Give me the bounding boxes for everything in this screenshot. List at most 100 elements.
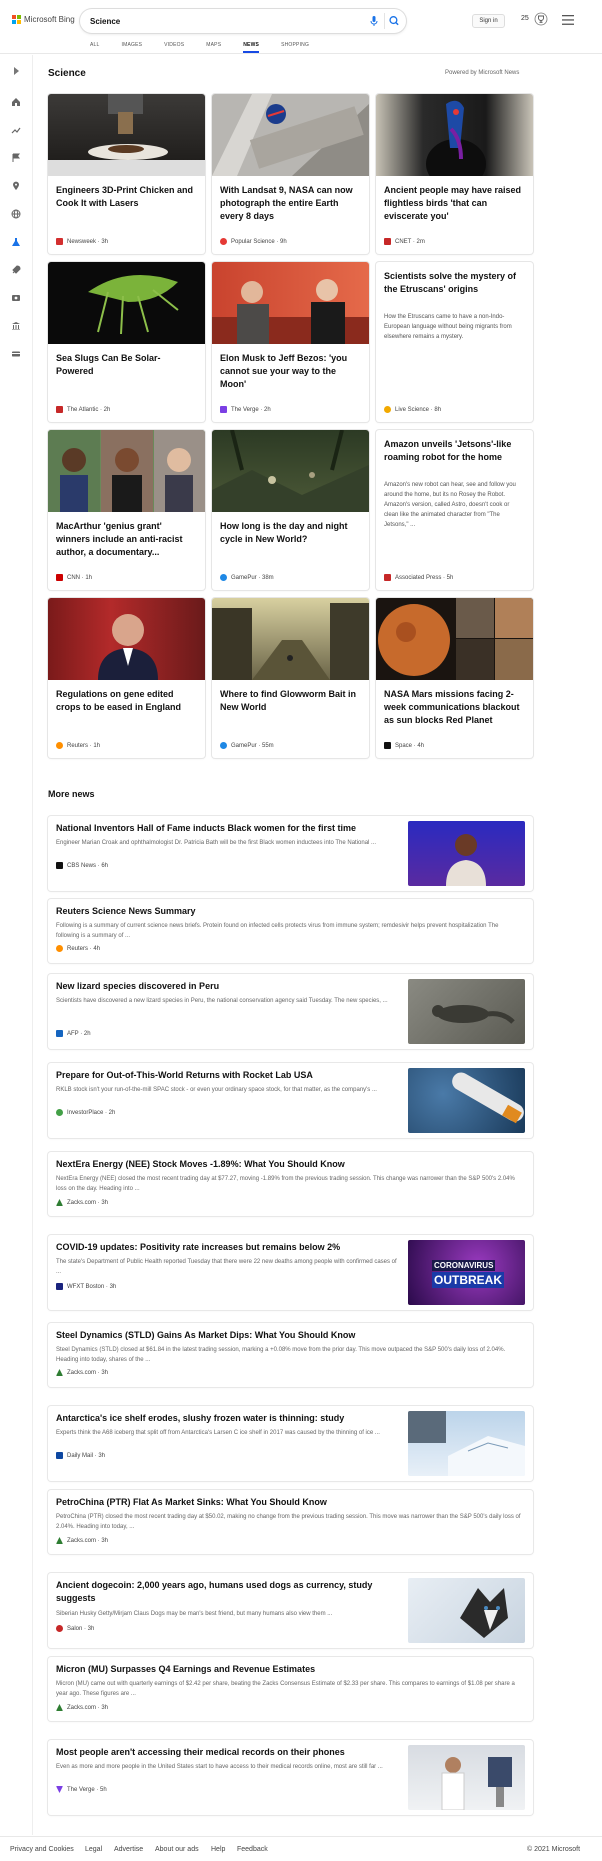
news-list-item[interactable]: Antarctica's ice shelf erodes, slushy fr… <box>48 1406 533 1481</box>
news-list-item[interactable]: Reuters Science News Summary Following i… <box>48 899 533 963</box>
card-headline[interactable]: NASA Mars missions facing 2-week communi… <box>384 688 525 727</box>
item-headline[interactable]: Reuters Science News Summary <box>56 905 196 918</box>
search-input[interactable] <box>90 14 340 28</box>
card-headline[interactable]: How long is the day and night cycle in N… <box>220 520 361 546</box>
copyright: © 2021 Microsoft <box>527 1846 581 1853</box>
news-card[interactable]: Ancient people may have raised flightles… <box>376 94 533 254</box>
news-list-item[interactable]: Ancient dogecoin: 2,000 years ago, human… <box>48 1573 533 1648</box>
item-headline[interactable]: Prepare for Out-of-This-World Returns wi… <box>56 1069 313 1082</box>
microphone-icon[interactable] <box>368 15 380 27</box>
item-source: AFP · 2h <box>56 1030 91 1037</box>
search-icon[interactable] <box>384 13 400 29</box>
news-card[interactable]: MacArthur 'genius grant' winners include… <box>48 430 205 590</box>
card-source: Associated Press · 5h <box>384 574 453 581</box>
item-thumbnail <box>408 1745 525 1810</box>
card-headline[interactable]: Where to find Glowworm Bait in New World <box>220 688 361 714</box>
item-headline[interactable]: Most people aren't accessing their medic… <box>56 1746 345 1759</box>
news-list-item[interactable]: Prepare for Out-of-This-World Returns wi… <box>48 1063 533 1138</box>
expand-arrow-icon[interactable] <box>11 66 21 76</box>
item-headline[interactable]: National Inventors Hall of Fame inducts … <box>56 822 356 835</box>
source-label: The Verge · 2h <box>231 406 271 413</box>
menu-hamburger-icon[interactable] <box>562 15 574 25</box>
card-headline[interactable]: Regulations on gene edited crops to be e… <box>56 688 197 714</box>
news-list-item[interactable]: COVID-19 updates: Positivity rate increa… <box>48 1235 533 1310</box>
news-list-item[interactable]: Most people aren't accessing their medic… <box>48 1740 533 1815</box>
card-source: The Verge · 2h <box>220 406 271 413</box>
source-label: Newsweek · 3h <box>67 238 109 245</box>
item-source: Daily Mail · 3h <box>56 1452 105 1459</box>
tab-maps[interactable]: MAPS <box>206 42 221 54</box>
item-headline[interactable]: NextEra Energy (NEE) Stock Moves -1.89%:… <box>56 1158 345 1171</box>
news-card[interactable]: Engineers 3D-Print Chicken and Cook It w… <box>48 94 205 254</box>
news-card[interactable]: NASA Mars missions facing 2-week communi… <box>376 598 533 758</box>
source-logo-icon <box>220 238 227 245</box>
rocket-icon[interactable] <box>11 265 21 275</box>
home-icon[interactable] <box>11 97 21 107</box>
card-source: CNET · 2m <box>384 238 425 245</box>
source-logo-icon <box>56 945 63 952</box>
news-card[interactable]: Where to find Glowworm Bait in New World… <box>212 598 369 758</box>
politics-building-icon[interactable] <box>11 321 21 331</box>
trending-icon[interactable] <box>11 125 21 135</box>
footer-link-privacy[interactable]: Privacy and Cookies <box>10 1846 74 1853</box>
item-headline[interactable]: Antarctica's ice shelf erodes, slushy fr… <box>56 1412 344 1425</box>
card-source: GamePur · 55m <box>220 742 274 749</box>
news-card[interactable]: Elon Musk to Jeff Bezos: 'you cannot sue… <box>212 262 369 422</box>
location-pin-icon[interactable] <box>11 181 21 191</box>
news-list-item[interactable]: National Inventors Hall of Fame inducts … <box>48 816 533 891</box>
item-headline[interactable]: Ancient dogecoin: 2,000 years ago, human… <box>56 1579 396 1605</box>
tab-all[interactable]: ALL <box>90 42 100 54</box>
powered-by-label[interactable]: Powered by Microsoft News <box>445 70 519 76</box>
news-list-item[interactable]: NextEra Energy (NEE) Stock Moves -1.89%:… <box>48 1152 533 1216</box>
science-flask-icon[interactable] <box>11 237 21 247</box>
globe-icon[interactable] <box>11 209 21 219</box>
item-headline[interactable]: COVID-19 updates: Positivity rate increa… <box>56 1241 340 1254</box>
news-list-item[interactable]: PetroChina (PTR) Flat As Market Sinks: W… <box>48 1490 533 1554</box>
card-headline[interactable]: Ancient people may have raised flightles… <box>384 184 525 223</box>
tab-shopping[interactable]: SHOPPING <box>281 42 309 54</box>
microsoft-logo-icon <box>12 15 21 24</box>
footer-link-advertise[interactable]: Advertise <box>114 1846 143 1853</box>
news-list-item[interactable]: Steel Dynamics (STLD) Gains As Market Di… <box>48 1323 533 1387</box>
search-box[interactable] <box>80 9 406 33</box>
news-list-item[interactable]: Micron (MU) Surpasses Q4 Earnings and Re… <box>48 1657 533 1721</box>
card-headline[interactable]: Engineers 3D-Print Chicken and Cook It w… <box>56 184 197 210</box>
rewards-points[interactable]: 25 <box>521 15 529 22</box>
source-label: CNN · 1h <box>67 574 93 581</box>
card-headline[interactable]: Amazon unveils 'Jetsons'-like roaming ro… <box>384 438 525 464</box>
item-headline[interactable]: Micron (MU) Surpasses Q4 Earnings and Re… <box>56 1663 315 1676</box>
footer-link-legal[interactable]: Legal <box>85 1846 102 1853</box>
card-image <box>212 598 369 680</box>
card-headline[interactable]: MacArthur 'genius grant' winners include… <box>56 520 197 559</box>
footer-link-feedback[interactable]: Feedback <box>237 1846 268 1853</box>
bing-logo[interactable]: Microsoft Bing <box>12 15 75 24</box>
sign-in-button[interactable]: Sign in <box>472 14 505 28</box>
footer-link-help[interactable]: Help <box>211 1846 225 1853</box>
item-headline[interactable]: Steel Dynamics (STLD) Gains As Market Di… <box>56 1329 355 1342</box>
card-headline[interactable]: Sea Slugs Can Be Solar-Powered <box>56 352 197 378</box>
money-card-icon[interactable] <box>11 349 21 359</box>
card-headline[interactable]: Elon Musk to Jeff Bezos: 'you cannot sue… <box>220 352 361 391</box>
tab-images[interactable]: IMAGES <box>122 42 143 54</box>
news-list-item[interactable]: New lizard species discovered in Peru Sc… <box>48 974 533 1049</box>
news-card[interactable]: Amazon unveils 'Jetsons'-like roaming ro… <box>376 430 533 590</box>
news-card[interactable]: Sea Slugs Can Be Solar-Powered The Atlan… <box>48 262 205 422</box>
card-headline[interactable]: Scientists solve the mystery of the Etru… <box>384 270 525 296</box>
rewards-trophy-icon[interactable] <box>534 12 548 26</box>
flag-icon[interactable] <box>11 153 21 163</box>
entertainment-icon[interactable] <box>11 293 21 303</box>
news-card[interactable]: Scientists solve the mystery of the Etru… <box>376 262 533 422</box>
item-headline[interactable]: New lizard species discovered in Peru <box>56 980 219 993</box>
news-card[interactable]: How long is the day and night cycle in N… <box>212 430 369 590</box>
card-headline[interactable]: With Landsat 9, NASA can now photograph … <box>220 184 361 223</box>
tab-videos[interactable]: VIDEOS <box>164 42 184 54</box>
item-source: Reuters · 4h <box>56 945 100 952</box>
item-headline[interactable]: PetroChina (PTR) Flat As Market Sinks: W… <box>56 1496 327 1509</box>
news-card[interactable]: With Landsat 9, NASA can now photograph … <box>212 94 369 254</box>
footer-link-about-ads[interactable]: About our ads <box>155 1846 199 1853</box>
tab-news[interactable]: NEWS <box>243 42 259 54</box>
source-logo-icon <box>56 1452 63 1459</box>
source-logo-icon <box>56 742 63 749</box>
source-logo-icon <box>384 574 391 581</box>
news-card[interactable]: Regulations on gene edited crops to be e… <box>48 598 205 758</box>
